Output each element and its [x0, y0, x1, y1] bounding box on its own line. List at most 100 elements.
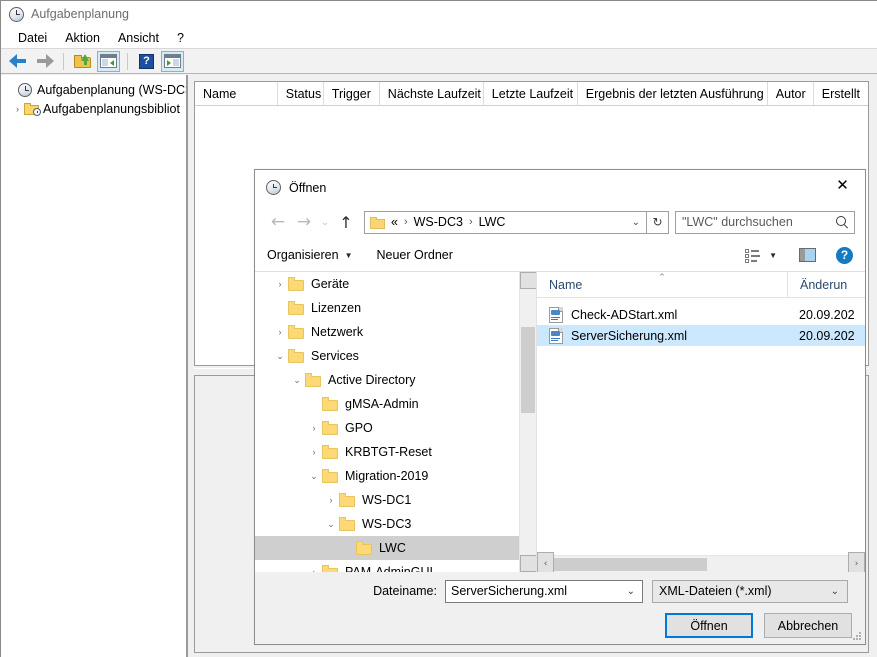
- file-modified-date: 20.09.202: [799, 328, 855, 343]
- column-header-name[interactable]: ⌃ Name: [537, 272, 788, 297]
- view-chevron-down-icon[interactable]: ▼: [769, 251, 777, 260]
- organize-chevron-down-icon[interactable]: ▼: [345, 251, 353, 260]
- filename-chevron-down-icon[interactable]: ⌄: [627, 586, 635, 597]
- show-hide-action-pane-icon[interactable]: [161, 50, 184, 72]
- column-header-status[interactable]: Status: [278, 82, 324, 105]
- refresh-icon[interactable]: ↻: [647, 210, 669, 234]
- mmc-toolbar: ?: [1, 49, 877, 74]
- dialog-buttons: Öffnen Abbrechen: [255, 613, 865, 638]
- breadcrumb-ws-dc3[interactable]: WS-DC3: [413, 215, 464, 229]
- column-header-last-run[interactable]: Letzte Laufzeit: [484, 82, 578, 105]
- forward-arrow-icon[interactable]: [33, 51, 56, 72]
- filetype-chevron-down-icon[interactable]: ⌄: [831, 586, 839, 597]
- scroll-down-icon[interactable]: ⌄: [520, 555, 536, 572]
- menu-item-datei[interactable]: Datei: [9, 29, 56, 47]
- dialog-navigation-bar: ← → ⌄ ↑ « › WS-DC3 › LWC ⌄ ↻ "LWC" durch…: [255, 205, 865, 239]
- file-list-item[interactable]: Check-ADStart.xml 20.09.202: [537, 304, 865, 325]
- folder-icon: [322, 421, 338, 435]
- nav-tree-item[interactable]: Lizenzen: [255, 296, 519, 320]
- nav-tree-item[interactable]: ⌄ Active Directory: [255, 368, 519, 392]
- navigation-vertical-scrollbar[interactable]: ⌃ ⌄: [519, 272, 536, 572]
- file-list-pane: ⌃ Name Änderun Check-ADStart.xml 20.09.20…: [537, 272, 865, 572]
- tree-chevron-icon[interactable]: ›: [272, 327, 288, 337]
- scroll-left-icon[interactable]: ‹: [537, 551, 554, 572]
- forward-button[interactable]: →: [291, 209, 317, 235]
- open-button[interactable]: Öffnen: [665, 613, 753, 638]
- nav-tree-item[interactable]: ⌄ Migration-2019: [255, 464, 519, 488]
- sort-ascending-icon: ⌃: [658, 273, 666, 283]
- filename-input[interactable]: ServerSicherung.xml ⌄: [445, 579, 643, 603]
- nav-tree-item[interactable]: › Netzwerk: [255, 320, 519, 344]
- scroll-right-icon[interactable]: ›: [848, 551, 865, 572]
- breadcrumb-overflow[interactable]: «: [390, 215, 399, 229]
- tree-chevron-icon[interactable]: ⌄: [289, 375, 305, 386]
- help-icon[interactable]: ?: [135, 51, 158, 72]
- filetype-select[interactable]: XML-Dateien (*.xml) ⌄: [652, 579, 848, 603]
- file-list-item[interactable]: ServerSicherung.xml 20.09.202: [537, 325, 865, 346]
- new-folder-button[interactable]: Neuer Ordner: [377, 248, 453, 262]
- back-arrow-icon[interactable]: [7, 51, 30, 72]
- view-options-icon[interactable]: [745, 248, 761, 263]
- nav-tree-item-label: Geräte: [311, 277, 350, 291]
- tree-chevron-icon[interactable]: ⌄: [323, 519, 339, 530]
- tree-chevron-icon[interactable]: ⌄: [306, 471, 322, 482]
- nav-tree-item[interactable]: gMSA-Admin: [255, 392, 519, 416]
- file-modified-date: 20.09.202: [799, 307, 855, 322]
- show-hide-console-tree-icon[interactable]: [97, 50, 120, 72]
- column-header-author[interactable]: Autor: [768, 82, 814, 105]
- close-icon[interactable]: ✕: [820, 170, 865, 200]
- cancel-button[interactable]: Abbrechen: [764, 613, 852, 638]
- nav-tree-item-label: gMSA-Admin: [345, 397, 419, 411]
- nav-tree-item[interactable]: › GPO: [255, 416, 519, 440]
- menu-item-aktion[interactable]: Aktion: [56, 29, 109, 47]
- tree-item-aufgabenplanungsbibliothek[interactable]: › Aufgabenplanungsbibliot: [1, 99, 186, 118]
- tree-item-aufgabenplanung[interactable]: Aufgabenplanung (WS-DC3.\: [1, 80, 186, 99]
- tree-chevron-icon[interactable]: ›: [272, 279, 288, 289]
- organize-button[interactable]: Organisieren: [267, 248, 339, 262]
- scrollbar-thumb[interactable]: [521, 327, 535, 413]
- recent-locations-chevron-down-icon[interactable]: ⌄: [317, 209, 333, 235]
- folder-icon: [339, 493, 355, 507]
- address-bar[interactable]: « › WS-DC3 › LWC ⌄: [364, 210, 647, 234]
- back-button[interactable]: ←: [265, 209, 291, 235]
- column-header-next-run[interactable]: Nächste Laufzeit: [380, 82, 484, 105]
- folder-up-icon[interactable]: [71, 51, 94, 72]
- folder-icon: [322, 469, 338, 483]
- nav-tree-item[interactable]: › KRBTGT-Reset: [255, 440, 519, 464]
- menu-item-help[interactable]: ?: [168, 29, 193, 47]
- folder-icon: [339, 517, 355, 531]
- scroll-up-icon[interactable]: ⌃: [520, 272, 536, 289]
- nav-tree-item[interactable]: LWC: [255, 536, 519, 560]
- tree-chevron-icon[interactable]: ⌄: [272, 351, 288, 362]
- folder-icon: [305, 373, 321, 387]
- file-list-horizontal-scrollbar[interactable]: ‹ ›: [537, 551, 865, 572]
- search-icon: [836, 216, 848, 228]
- column-header-name[interactable]: Name: [195, 82, 278, 105]
- folder-icon: [322, 565, 338, 572]
- tree-chevron-icon[interactable]: ›: [306, 423, 322, 433]
- menu-item-ansicht[interactable]: Ansicht: [109, 29, 168, 47]
- filename-label: Dateiname:: [373, 584, 437, 598]
- nav-tree-item[interactable]: ⌄ WS-DC3: [255, 512, 519, 536]
- scrollbar-track[interactable]: [554, 557, 848, 572]
- nav-tree-item[interactable]: › Geräte: [255, 272, 519, 296]
- preview-pane-icon[interactable]: [799, 248, 816, 262]
- tree-chevron-icon[interactable]: ›: [323, 495, 339, 505]
- column-header-trigger[interactable]: Trigger: [324, 82, 380, 105]
- tree-chevron[interactable]: ›: [11, 104, 24, 114]
- resize-grip[interactable]: [852, 631, 862, 641]
- nav-tree-item-label: Lizenzen: [311, 301, 362, 315]
- nav-tree-item[interactable]: › WS-DC1: [255, 488, 519, 512]
- help-icon[interactable]: ?: [836, 246, 853, 264]
- address-chevron-down-icon[interactable]: ⌄: [632, 217, 640, 228]
- search-input[interactable]: "LWC" durchsuchen: [675, 210, 855, 234]
- column-header-modified[interactable]: Änderun: [788, 272, 865, 297]
- column-header-created[interactable]: Erstellt: [814, 82, 868, 105]
- column-header-last-result[interactable]: Ergebnis der letzten Ausführung: [578, 82, 768, 105]
- tree-chevron-icon[interactable]: ›: [306, 447, 322, 457]
- up-button[interactable]: ↑: [333, 209, 359, 235]
- nav-tree-item[interactable]: › PAM-AdminGUI: [255, 560, 519, 572]
- nav-tree-item[interactable]: ⌄ Services: [255, 344, 519, 368]
- breadcrumb-lwc[interactable]: LWC: [478, 215, 507, 229]
- scrollbar-thumb[interactable]: [554, 557, 707, 571]
